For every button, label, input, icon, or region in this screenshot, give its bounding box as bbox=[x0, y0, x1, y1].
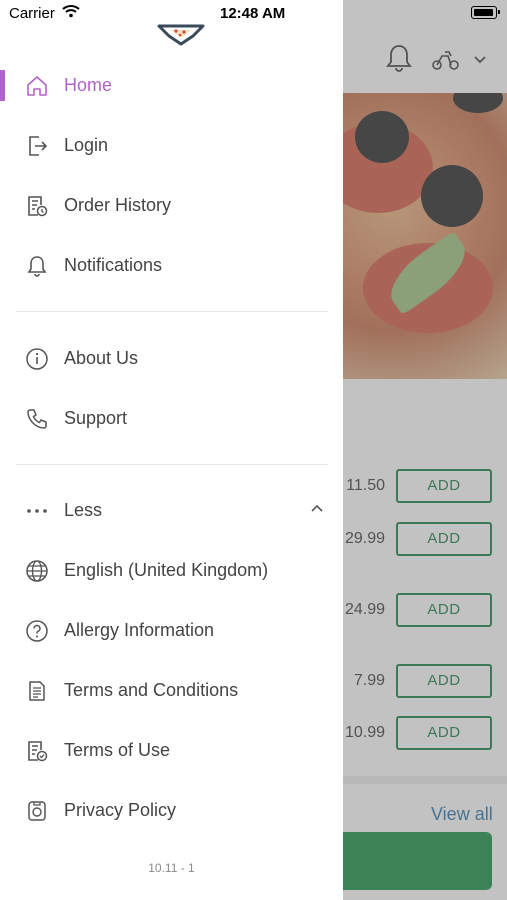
menu-item-label: Support bbox=[64, 408, 128, 428]
menu-item-label: Order History bbox=[64, 195, 172, 215]
phone-icon bbox=[25, 407, 49, 431]
info-icon bbox=[25, 347, 49, 371]
menu-item-notifications[interactable]: Notifications bbox=[0, 241, 343, 291]
menu-item-label: English (United Kingdom) bbox=[64, 560, 269, 580]
globe-icon bbox=[25, 559, 49, 583]
menu-item-label: Notifications bbox=[64, 255, 163, 275]
menu-divider bbox=[16, 464, 328, 465]
menu-item-home[interactable]: Home bbox=[0, 61, 343, 111]
menu-item-language[interactable]: English (United Kingdom) bbox=[0, 546, 343, 596]
privacy-icon bbox=[25, 799, 49, 823]
document-check-icon bbox=[25, 739, 49, 763]
menu-item-terms-of-use[interactable]: Terms of Use bbox=[0, 726, 343, 776]
question-icon bbox=[25, 619, 49, 643]
home-icon bbox=[25, 74, 49, 98]
battery-icon bbox=[471, 6, 500, 19]
menu-item-label: Terms and Conditions bbox=[64, 680, 239, 700]
menu-item-label: Allergy Information bbox=[64, 620, 215, 640]
clock: 12:48 AM bbox=[220, 5, 286, 22]
menu-item-order-history[interactable]: Order History bbox=[0, 181, 343, 231]
wifi-icon bbox=[62, 4, 80, 18]
menu-item-allergy-information[interactable]: Allergy Information bbox=[0, 606, 343, 656]
menu-item-login[interactable]: Login bbox=[0, 121, 343, 171]
order-history-icon bbox=[25, 194, 49, 218]
menu-item-less[interactable]: Less bbox=[0, 486, 343, 536]
brand-logo-icon bbox=[157, 24, 205, 46]
login-icon bbox=[25, 134, 49, 158]
status-bar: Carrier 12:48 AM bbox=[0, 0, 507, 27]
more-dots-icon bbox=[25, 499, 49, 523]
chevron-up-icon bbox=[310, 503, 324, 513]
drawer-overlay[interactable] bbox=[343, 0, 507, 900]
document-icon bbox=[25, 679, 49, 703]
app-version: 10.11 - 1 bbox=[148, 861, 195, 875]
menu-item-label: Home bbox=[64, 75, 113, 95]
navigation-drawer: Home Login Order History Notifications A… bbox=[0, 0, 343, 900]
menu-item-support[interactable]: Support bbox=[0, 394, 343, 444]
bell-icon bbox=[25, 254, 49, 278]
menu-item-label: Login bbox=[64, 135, 109, 155]
menu-item-label: About Us bbox=[64, 348, 139, 368]
menu-item-about-us[interactable]: About Us bbox=[0, 334, 343, 384]
menu-item-terms-and-conditions[interactable]: Terms and Conditions bbox=[0, 666, 343, 716]
carrier-label: Carrier bbox=[9, 5, 55, 22]
menu-item-privacy-policy[interactable]: Privacy Policy bbox=[0, 786, 343, 836]
menu-item-label: Terms of Use bbox=[64, 740, 171, 760]
menu-divider bbox=[16, 311, 328, 312]
menu-item-label: Less bbox=[64, 500, 103, 520]
menu-item-label: Privacy Policy bbox=[64, 800, 177, 820]
